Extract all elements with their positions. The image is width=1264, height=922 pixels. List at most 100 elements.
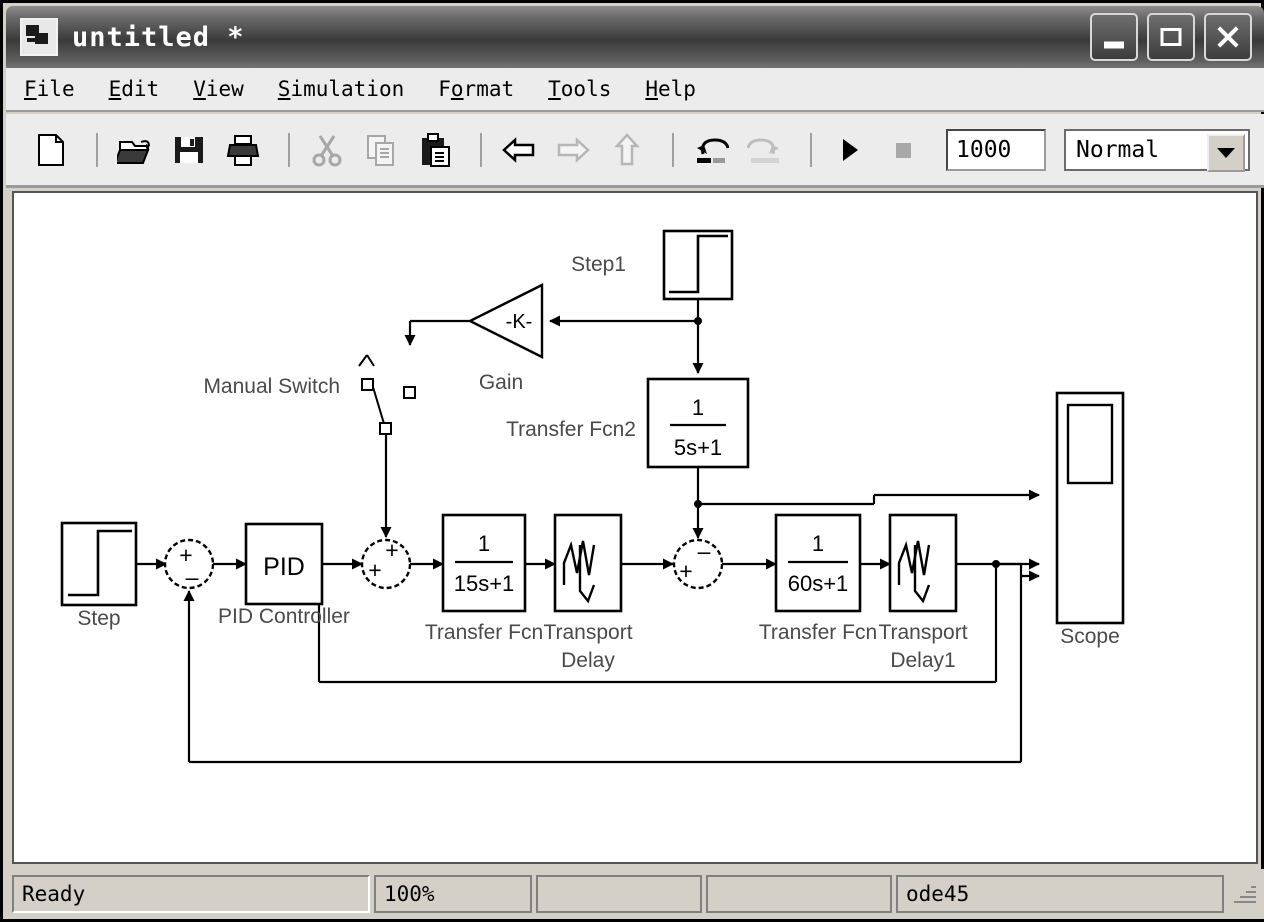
transfer-fcn-denominator: 5s+1 — [674, 435, 722, 460]
block-label-transport-delay1-1: Transport — [878, 621, 967, 644]
maximize-icon — [1160, 28, 1182, 46]
copy-icon — [367, 134, 394, 166]
transfer-fcn-denominator: 15s+1 — [454, 571, 515, 596]
block-transfer-fcn-2[interactable]: 1 5s+1 — [646, 377, 750, 469]
simulation-mode-dropdown[interactable]: Normal — [1064, 128, 1250, 172]
sum-sign-plus-top: + — [385, 537, 398, 563]
block-label-manual-switch: Manual Switch — [203, 375, 340, 398]
new-model-button[interactable] — [28, 127, 74, 173]
block-label-transfer-fcn-2: Transfer Fcn2 — [506, 418, 636, 441]
block-label-transfer-fcn: Transfer Fcn — [425, 621, 543, 644]
menu-file[interactable]: File — [24, 77, 75, 101]
menu-format[interactable]: Format — [438, 77, 514, 101]
undo-icon — [697, 137, 729, 163]
block-sum-error[interactable]: + – — [163, 538, 215, 590]
status-field-4 — [706, 875, 892, 913]
simulation-mode-value: Normal — [1076, 136, 1160, 163]
status-bar: Ready 100% ode45 — [6, 869, 1264, 919]
transfer-fcn-numerator: 1 — [692, 395, 704, 420]
open-model-icon — [117, 139, 150, 164]
sum-sign-plus-left: + — [368, 557, 381, 583]
back-arrow-icon — [502, 136, 535, 163]
forward-button[interactable] — [550, 127, 596, 173]
transfer-fcn-numerator: 1 — [812, 531, 824, 556]
new-model-icon — [38, 133, 64, 166]
toolbar-separator — [672, 132, 674, 167]
block-label-step: Step — [77, 607, 120, 630]
copy-button[interactable] — [358, 127, 404, 173]
sum-sign-plus-left: + — [679, 558, 692, 584]
block-label-transport-delay-2: Delay — [561, 649, 615, 672]
block-scope[interactable] — [1055, 391, 1125, 625]
block-sum-1[interactable]: + + — [360, 537, 412, 590]
menu-view[interactable]: View — [193, 77, 244, 101]
toolbar-separator — [96, 132, 98, 167]
block-label-step1: Step1 — [571, 253, 626, 276]
block-step[interactable] — [60, 521, 138, 607]
back-button[interactable] — [496, 127, 542, 173]
close-icon — [1215, 24, 1241, 50]
up-arrow-icon — [614, 132, 640, 165]
title-bar[interactable]: untitled * — [6, 6, 1264, 68]
block-label-gain: Gain — [479, 371, 523, 394]
block-manual-switch[interactable] — [358, 354, 416, 435]
maximize-button[interactable] — [1147, 13, 1195, 61]
menu-edit[interactable]: Edit — [109, 77, 160, 101]
go-up-button[interactable] — [604, 127, 650, 173]
simulink-model-window: untitled * File Edit View Simulation For… — [0, 0, 1264, 922]
menu-bar: File Edit View Simulation Format Tools H… — [6, 68, 1264, 112]
minimize-icon — [1104, 41, 1124, 49]
status-field-3 — [536, 875, 702, 913]
block-label-scope: Scope — [1060, 625, 1120, 648]
menu-simulation[interactable]: Simulation — [278, 77, 404, 101]
sum-sign-minus: – — [186, 564, 199, 590]
block-sum-2[interactable]: – + — [672, 538, 724, 590]
window-title: untitled * — [72, 21, 245, 53]
toolbar-separator — [810, 132, 812, 167]
block-transfer-fcn-1[interactable]: 1 60s+1 — [774, 513, 862, 613]
block-label-transfer-fcn-1: Transfer Fcn — [759, 621, 877, 644]
status-zoom-level: 100% — [374, 875, 532, 913]
cut-icon — [312, 134, 342, 166]
forward-arrow-icon — [557, 136, 590, 163]
toolbar: 1000 Normal i — [6, 114, 1264, 188]
start-simulation-icon — [843, 138, 858, 161]
menu-help[interactable]: Help — [645, 77, 696, 101]
sum-sign-minus-top: – — [698, 538, 711, 564]
block-gain[interactable]: -K- — [467, 283, 544, 359]
block-transport-delay-1[interactable] — [888, 513, 958, 613]
resize-grip[interactable] — [1232, 881, 1258, 907]
toolbar-separator — [480, 132, 482, 167]
start-simulation-button[interactable] — [826, 127, 872, 173]
chevron-down-icon[interactable] — [1207, 133, 1245, 172]
model-canvas[interactable]: Step + – PID PID Controller + + 1 15s+1 … — [12, 191, 1258, 864]
stop-simulation-button[interactable] — [880, 127, 926, 173]
block-body-gain: -K- — [506, 311, 533, 333]
block-transport-delay[interactable] — [553, 513, 623, 613]
paste-button[interactable] — [412, 127, 458, 173]
block-label-transport-delay1-2: Delay1 — [890, 649, 955, 672]
save-icon — [175, 136, 203, 163]
block-label-pid-controller: PID Controller — [218, 605, 350, 628]
close-button[interactable] — [1204, 13, 1252, 61]
menu-tools[interactable]: Tools — [548, 77, 611, 101]
redo-button[interactable] — [742, 127, 788, 173]
undo-button[interactable] — [688, 127, 734, 173]
cut-button[interactable] — [304, 127, 350, 173]
print-button[interactable] — [220, 127, 266, 173]
save-button[interactable] — [166, 127, 212, 173]
block-transfer-fcn[interactable]: 1 15s+1 — [441, 513, 527, 613]
simulation-stop-time-input[interactable]: 1000 — [946, 128, 1046, 171]
transfer-fcn-denominator: 60s+1 — [788, 571, 849, 596]
block-label-transport-delay-1: Transport — [543, 621, 632, 644]
paste-icon — [422, 132, 450, 167]
block-step1[interactable] — [662, 229, 734, 301]
minimize-button[interactable] — [1090, 13, 1138, 61]
open-model-button[interactable] — [112, 127, 158, 173]
block-body-pid: PID — [263, 553, 305, 581]
block-pid-controller[interactable]: PID — [244, 522, 324, 606]
transfer-fcn-numerator: 1 — [478, 531, 490, 556]
status-solver: ode45 — [896, 875, 1224, 913]
status-message: Ready — [12, 875, 370, 913]
toolbar-separator — [288, 132, 290, 167]
